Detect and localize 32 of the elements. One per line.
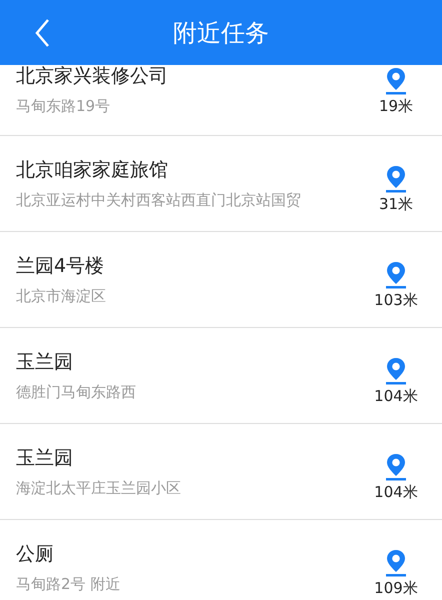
distance-label: 103米 xyxy=(374,291,418,310)
location-pin-icon xyxy=(385,549,407,577)
place-address: 海淀北太平庄玉兰园小区 xyxy=(16,479,182,498)
place-row[interactable]: 北京家兴装修公司 马甸东路19号 19米 xyxy=(0,65,442,136)
back-icon[interactable] xyxy=(34,18,50,48)
place-address: 马甸东路19号 xyxy=(16,97,112,116)
location-pin-icon xyxy=(385,261,407,289)
distance-label: 31米 xyxy=(378,195,414,214)
place-row[interactable]: 公厕 马甸路2号 附近 109米 xyxy=(0,520,442,600)
distance-label: 104米 xyxy=(374,483,418,502)
location-pin-icon xyxy=(385,357,407,385)
place-name: 北京家兴装修公司 xyxy=(16,64,169,89)
screen-title: 附近任务 xyxy=(173,18,269,48)
distance-label: 19米 xyxy=(378,97,414,116)
place-address: 北京亚运村中关村西客站西直门北京站国贸 xyxy=(16,191,302,210)
place-address: 北京市海淀区 xyxy=(16,287,107,306)
location-pin-icon xyxy=(385,165,407,193)
place-name: 玉兰园 xyxy=(16,446,74,471)
place-row[interactable]: 兰园4号楼 北京市海淀区 103米 xyxy=(0,232,442,328)
distance-label: 109米 xyxy=(374,579,418,598)
location-pin-icon xyxy=(385,67,407,95)
place-address: 马甸路2号 附近 xyxy=(16,575,122,594)
place-name: 兰园4号楼 xyxy=(16,254,106,279)
place-name: 公厕 xyxy=(16,542,55,567)
place-name: 玉兰园 xyxy=(16,350,74,375)
place-row[interactable]: 玉兰园 海淀北太平庄玉兰园小区 104米 xyxy=(0,424,442,520)
place-address: 德胜门马甸东路西 xyxy=(16,383,137,402)
place-name: 北京咱家家庭旅馆 xyxy=(16,158,169,183)
location-pin-icon xyxy=(385,453,407,481)
distance-label: 104米 xyxy=(374,387,418,406)
place-row[interactable]: 北京咱家家庭旅馆 北京亚运村中关村西客站西直门北京站国贸 31米 xyxy=(0,136,442,232)
place-row[interactable]: 玉兰园 德胜门马甸东路西 104米 xyxy=(0,328,442,424)
